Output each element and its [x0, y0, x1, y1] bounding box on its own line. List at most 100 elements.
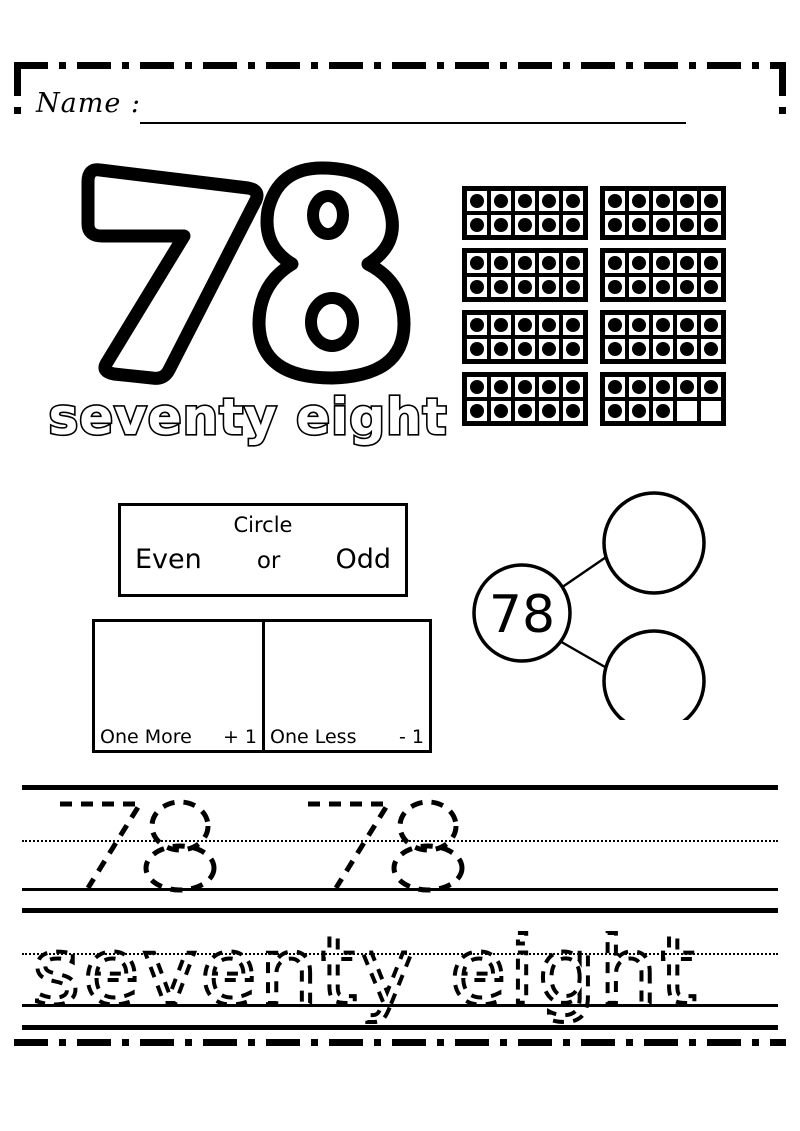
ten-frame-dot — [631, 193, 647, 209]
ten-frame-cell — [651, 337, 675, 361]
ten-frame-dot — [631, 279, 647, 295]
ten-frame-cell — [513, 375, 537, 399]
bond-link-bottom — [557, 638, 613, 673]
ten-frame-cell — [561, 251, 585, 275]
ten-frame-dot — [469, 193, 485, 209]
ten-frame-cell — [699, 189, 723, 213]
ten-frame-cell — [651, 251, 675, 275]
ten-frame-dot — [655, 217, 671, 233]
ten-frame-cell — [627, 375, 651, 399]
ten-frame — [462, 310, 588, 364]
ten-frame-cell — [627, 251, 651, 275]
ten-frame-dot — [679, 255, 695, 271]
bubble-numeral-78 — [60, 152, 420, 392]
ten-frame-cell — [489, 275, 513, 299]
bond-part-bottom-circle[interactable] — [602, 629, 706, 720]
ten-frame-dot — [565, 379, 581, 395]
option-even[interactable]: Even — [135, 544, 202, 575]
ten-frame-cell — [561, 275, 585, 299]
ten-frame-cell — [627, 213, 651, 237]
ten-frame-dot — [517, 255, 533, 271]
ten-frame-dot — [469, 317, 485, 333]
ten-frame-dot — [703, 279, 719, 295]
ten-frame-dot — [541, 379, 557, 395]
ten-frame-cell — [537, 275, 561, 299]
word-tracing-row[interactable]: seventy eight — [22, 911, 778, 1027]
ten-frame-dot — [565, 317, 581, 333]
ten-frame-cell — [561, 189, 585, 213]
ten-frame-dot — [679, 341, 695, 357]
ten-frame-cell — [603, 251, 627, 275]
one-less-answer-area[interactable] — [265, 622, 429, 724]
ten-frame-cell — [699, 399, 723, 423]
ten-frame-cell — [603, 213, 627, 237]
ten-frame-cell — [489, 313, 513, 337]
one-more-label: One More — [100, 726, 192, 748]
ten-frame-cell — [651, 213, 675, 237]
ten-frame-cell — [675, 375, 699, 399]
ten-frame-dot — [703, 193, 719, 209]
ten-frame-dot — [703, 255, 719, 271]
one-more-label-row: One More + 1 — [100, 726, 257, 748]
border-right-edge — [779, 62, 786, 1046]
ten-frame-cell — [675, 251, 699, 275]
ten-frame-cell — [675, 213, 699, 237]
ten-frame-cell — [513, 399, 537, 423]
bond-link-top — [557, 552, 613, 591]
ten-frame-cell — [513, 313, 537, 337]
ten-frame-dot — [469, 341, 485, 357]
ten-frame-dot — [541, 403, 557, 419]
ten-frame-cell — [537, 313, 561, 337]
ten-frame-cell — [513, 213, 537, 237]
ten-frame-dot — [469, 217, 485, 233]
ten-frame-cell — [513, 275, 537, 299]
ten-frame-dot — [703, 317, 719, 333]
ten-frame-dot — [607, 217, 623, 233]
ten-frame — [462, 248, 588, 302]
name-row: Name : — [36, 86, 696, 130]
even-odd-box: Circle Even or Odd — [118, 503, 408, 597]
ten-frame-dot — [703, 341, 719, 357]
ten-frame-cell — [465, 213, 489, 237]
border-top-edge — [14, 62, 786, 69]
ten-frame-cell — [627, 399, 651, 423]
ten-frame-dot — [607, 403, 623, 419]
ten-frame-cell — [603, 337, 627, 361]
ten-frame-dot — [493, 341, 509, 357]
ten-frame-cell — [603, 275, 627, 299]
ten-frame-dot — [469, 403, 485, 419]
ten-frame-dot — [493, 403, 509, 419]
one-more-answer-area[interactable] — [95, 622, 262, 724]
ten-frame-cell — [699, 313, 723, 337]
one-more-cell: One More + 1 — [95, 622, 262, 750]
border-bottom-edge — [14, 1039, 786, 1046]
ten-frame-cell — [513, 251, 537, 275]
ten-frame-cell — [603, 313, 627, 337]
ten-frame-dot — [493, 379, 509, 395]
ten-frame-dot — [541, 317, 557, 333]
ten-frame-dot — [565, 217, 581, 233]
option-odd[interactable]: Odd — [335, 544, 391, 575]
ten-frame-cell — [699, 275, 723, 299]
ten-frame-dot — [541, 255, 557, 271]
ten-frame-cell — [489, 337, 513, 361]
ten-frame-cell — [537, 189, 561, 213]
ten-frame-dot — [655, 279, 671, 295]
svg-text:seventy eight: seventy eight — [48, 388, 447, 446]
ten-frame-cell — [561, 337, 585, 361]
ten-frame-dot — [631, 379, 647, 395]
ten-frame-dot — [631, 255, 647, 271]
ten-frame-dot — [493, 193, 509, 209]
number-tracing-row[interactable] — [22, 788, 778, 906]
ten-frame-cell — [465, 337, 489, 361]
ten-frame-dot — [655, 341, 671, 357]
ten-frame-cell — [465, 251, 489, 275]
ten-frame-cell — [651, 189, 675, 213]
ten-frame-dot — [607, 193, 623, 209]
bond-part-top-circle[interactable] — [602, 491, 706, 595]
option-or-conjunction: or — [256, 548, 281, 574]
name-input-line[interactable] — [140, 122, 686, 124]
ten-frame-cell — [537, 251, 561, 275]
ten-frame-cell — [699, 375, 723, 399]
ten-frame-dot — [607, 317, 623, 333]
